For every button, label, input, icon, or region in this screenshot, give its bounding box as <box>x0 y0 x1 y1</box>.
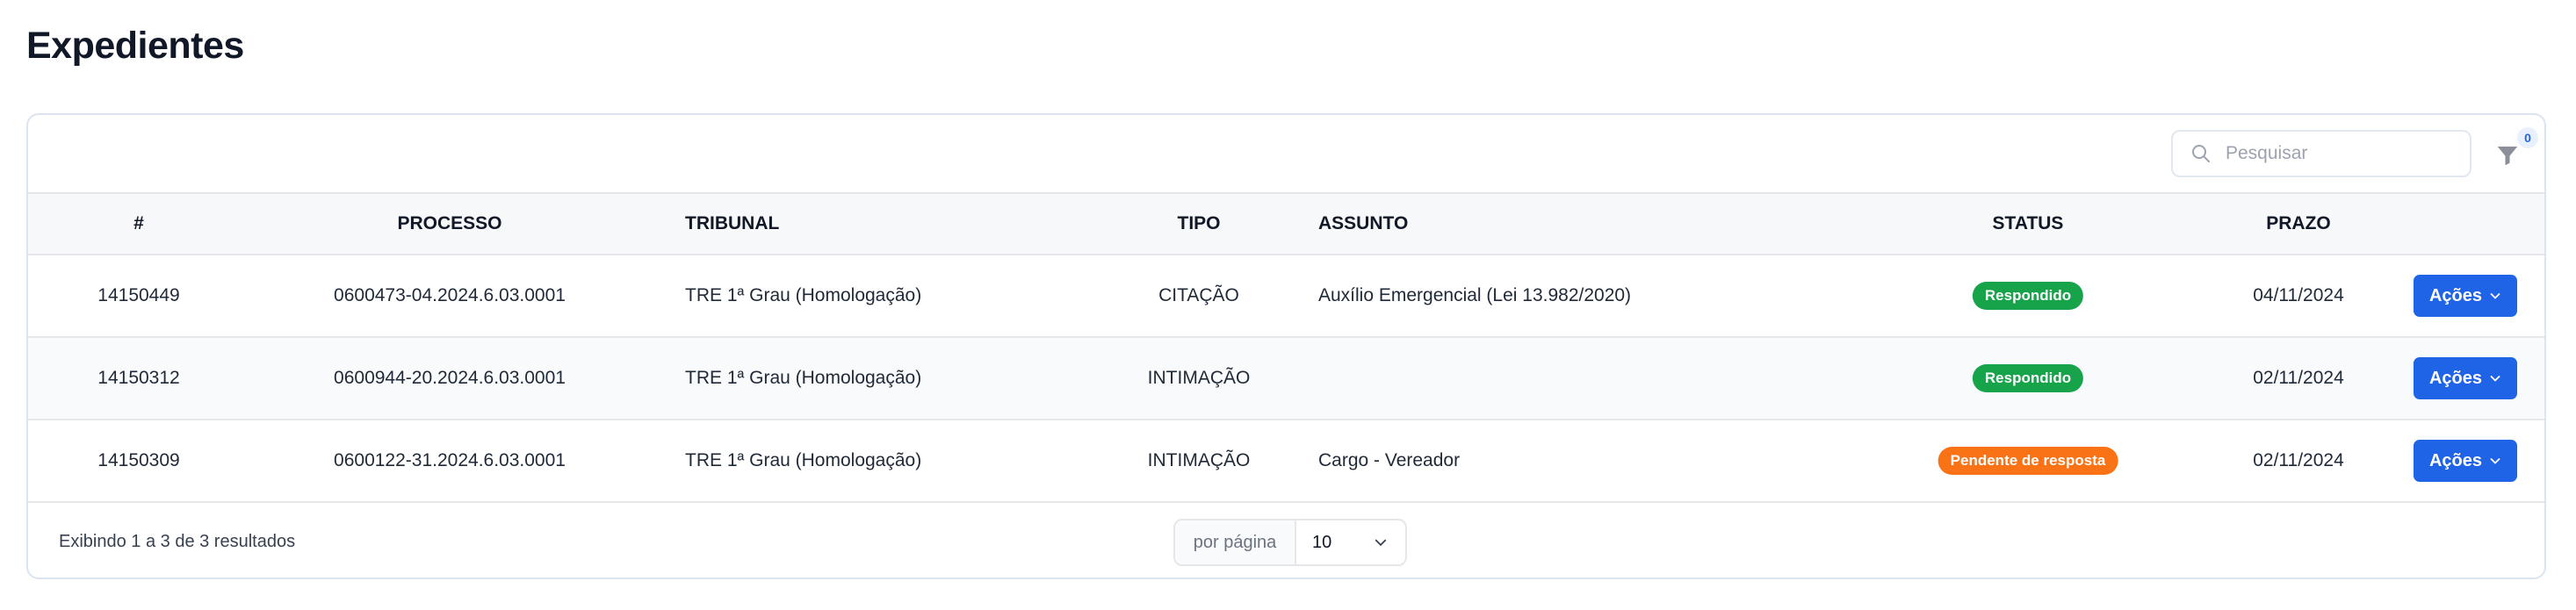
column-header-processo: PROCESSO <box>397 213 502 233</box>
cell-processo: 0600122-31.2024.6.03.0001 <box>334 450 566 470</box>
table-toolbar: 0 <box>28 115 2544 192</box>
cell-prazo: 04/11/2024 <box>2253 285 2344 305</box>
search-icon <box>2192 145 2210 162</box>
cell-assunto: Cargo - Vereador <box>1318 450 1461 470</box>
actions-button[interactable]: Ações <box>2414 357 2517 399</box>
search-box[interactable] <box>2171 130 2471 177</box>
cell-tipo: INTIMAÇÃO <box>1147 368 1251 388</box>
table-row: 14150449 0600473-04.2024.6.03.0001 TRE 1… <box>28 255 2544 338</box>
column-header-status: STATUS <box>1992 213 2064 233</box>
cell-processo: 0600473-04.2024.6.03.0001 <box>334 285 566 305</box>
cell-tipo: CITAÇÃO <box>1158 285 1239 305</box>
results-summary: Exibindo 1 a 3 de 3 resultados <box>59 532 296 551</box>
cell-id: 14150309 <box>97 450 180 470</box>
status-badge: Respondido <box>1972 364 2084 392</box>
per-page-selector[interactable]: por página 10 <box>1173 519 1407 566</box>
expedientes-table-card: 0 # PROCESSO TRIBUNAL TIPO ASSUNTO STATU… <box>26 113 2546 579</box>
page-title: Expedientes <box>26 25 244 67</box>
column-header-prazo: PRAZO <box>2266 213 2331 233</box>
cell-processo: 0600944-20.2024.6.03.0001 <box>334 368 566 388</box>
column-header-id: # <box>133 213 144 233</box>
column-header-tribunal: TRIBUNAL <box>685 213 780 233</box>
per-page-label: por página <box>1175 520 1296 564</box>
filter-button[interactable]: 0 <box>2494 127 2538 173</box>
per-page-select[interactable]: 10 <box>1296 520 1405 564</box>
cell-id: 14150449 <box>97 285 180 305</box>
table-row: 14150309 0600122-31.2024.6.03.0001 TRE 1… <box>28 420 2544 503</box>
filter-count-badge: 0 <box>2517 127 2538 148</box>
cell-assunto: Auxílio Emergencial (Lei 13.982/2020) <box>1318 285 1632 305</box>
actions-button[interactable]: Ações <box>2414 275 2517 317</box>
cell-prazo: 02/11/2024 <box>2253 450 2344 470</box>
cell-tribunal: TRE 1ª Grau (Homologação) <box>685 285 922 305</box>
status-badge: Pendente de resposta <box>1937 447 2118 475</box>
table-row: 14150312 0600944-20.2024.6.03.0001 TRE 1… <box>28 338 2544 420</box>
actions-button-label: Ações <box>2428 368 2483 388</box>
chevron-down-icon <box>2490 375 2500 382</box>
actions-button-label: Ações <box>2428 450 2483 470</box>
status-badge: Respondido <box>1972 282 2084 310</box>
filter-icon <box>2497 147 2518 166</box>
search-input[interactable] <box>2224 142 2456 165</box>
cell-tribunal: TRE 1ª Grau (Homologação) <box>685 368 922 388</box>
cell-prazo: 02/11/2024 <box>2253 368 2344 388</box>
cell-tribunal: TRE 1ª Grau (Homologação) <box>685 450 922 470</box>
chevron-down-icon <box>2490 457 2500 464</box>
chevron-down-icon <box>1375 539 1387 547</box>
per-page-value: 10 <box>1312 532 1332 552</box>
column-header-assunto: ASSUNTO <box>1318 213 1409 233</box>
table-header: # PROCESSO TRIBUNAL TIPO ASSUNTO STATUS … <box>28 192 2544 255</box>
actions-button-label: Ações <box>2428 285 2483 305</box>
actions-button[interactable]: Ações <box>2414 440 2517 482</box>
column-header-tipo: TIPO <box>1177 213 1221 233</box>
cell-tipo: INTIMAÇÃO <box>1147 450 1251 470</box>
chevron-down-icon <box>2490 292 2500 299</box>
table-footer: Exibindo 1 a 3 de 3 resultados por págin… <box>28 504 2544 578</box>
cell-id: 14150312 <box>97 368 180 388</box>
